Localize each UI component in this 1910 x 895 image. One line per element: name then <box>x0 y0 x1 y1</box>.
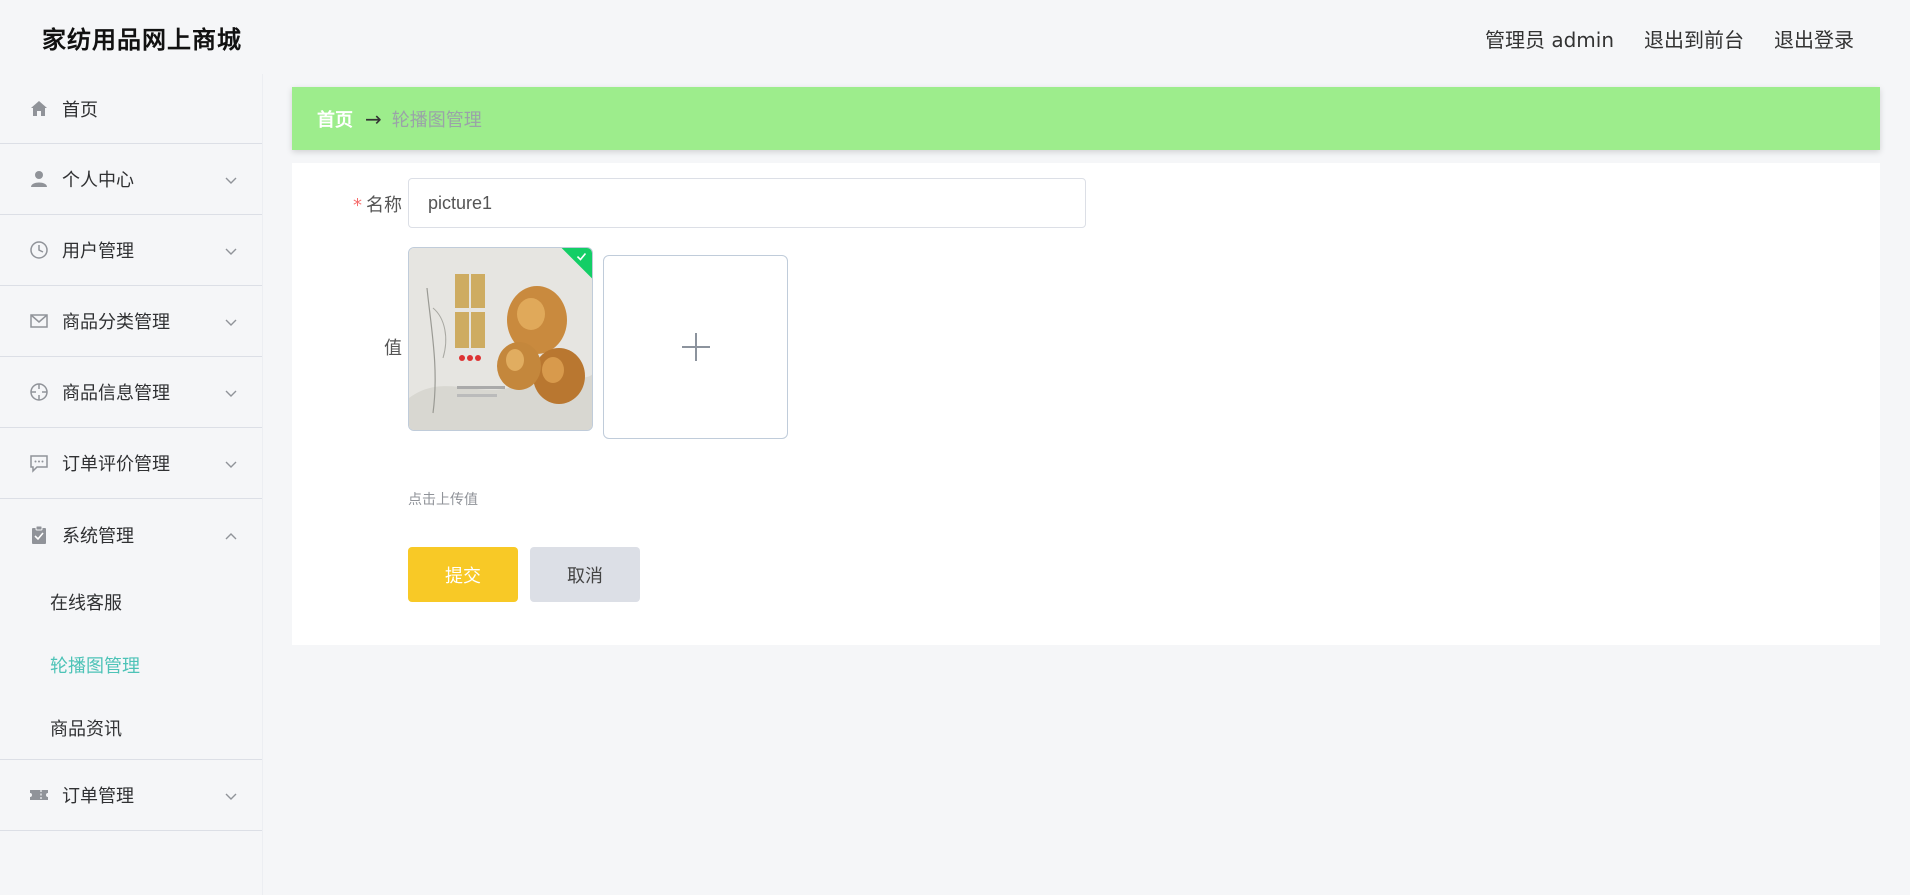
carousel-edit-form: *名称 值 点击上 <box>292 163 1880 645</box>
app-title: 家纺用品网上商城 <box>42 26 242 54</box>
chevron-down-icon <box>224 788 238 802</box>
chevron-up-icon <box>224 528 238 542</box>
breadcrumb-current: 轮播图管理 <box>391 109 482 131</box>
chevron-down-icon <box>224 456 238 470</box>
clipboard-icon <box>28 524 50 546</box>
header-actions: 管理员 admin 退出到前台 退出登录 <box>1485 24 1854 53</box>
name-field-label: * 名称 <box>353 195 402 216</box>
sidebar-item-label: 用户管理 <box>62 241 134 262</box>
sidebar-item-label: 首页 <box>62 99 98 121</box>
uploaded-image-thumbnail[interactable] <box>408 247 593 431</box>
sidebar-item-user-management[interactable]: 用户管理 <box>0 215 262 286</box>
chevron-down-icon <box>224 172 238 186</box>
sidebar-item-label: 商品分类管理 <box>62 312 170 333</box>
sidebar-item-order-management[interactable]: 订单管理 <box>0 760 262 831</box>
cancel-button[interactable]: 取消 <box>530 547 640 602</box>
logout-link[interactable]: 退出登录 <box>1774 24 1854 53</box>
chevron-down-icon <box>224 314 238 328</box>
arrow-right-icon: → <box>365 106 382 131</box>
admin-user-label[interactable]: 管理员 admin <box>1485 24 1614 53</box>
sidebar-item-review-management[interactable]: 订单评价管理 <box>0 428 262 499</box>
check-icon <box>576 253 587 261</box>
chevron-down-icon <box>224 243 238 257</box>
sidebar-item-label: 商品信息管理 <box>62 383 170 404</box>
chevron-down-icon <box>224 385 238 399</box>
plus-icon <box>681 333 710 361</box>
sidebar-item-category-management[interactable]: 商品分类管理 <box>0 286 262 357</box>
submit-button[interactable]: 提交 <box>408 547 518 602</box>
image-upload-button[interactable] <box>603 255 788 439</box>
sidebar-item-label: 个人中心 <box>62 170 134 191</box>
system-submenu: 在线客服 轮播图管理 商品资讯 <box>0 570 262 760</box>
sidebar-subitem-online-service[interactable]: 在线客服 <box>0 570 262 633</box>
ticket-icon <box>28 784 50 806</box>
sidebar-subitem-carousel-management[interactable]: 轮播图管理 <box>0 633 262 696</box>
upload-hint: 点击上传值 <box>408 492 478 508</box>
name-input[interactable] <box>408 178 1086 228</box>
clock-icon <box>28 239 50 261</box>
chat-icon <box>28 452 50 474</box>
breadcrumb: 首页 → 轮播图管理 <box>292 87 1880 150</box>
home-icon <box>28 98 50 120</box>
sidebar-item-system-management[interactable]: 系统管理 <box>0 499 262 570</box>
mail-icon <box>28 310 50 332</box>
sidebar-item-label: 系统管理 <box>62 525 134 547</box>
sidebar-item-label: 订单评价管理 <box>62 454 170 475</box>
required-marker: * <box>353 195 362 216</box>
exit-to-front-link[interactable]: 退出到前台 <box>1644 24 1744 53</box>
sidebar-item-label: 订单管理 <box>62 786 134 807</box>
sidebar: 首页 个人中心 用户管理 商品分类管理 商品信息管理 订单评价管理 系统管理 在… <box>0 74 263 895</box>
target-icon <box>28 381 50 403</box>
sidebar-item-home[interactable]: 首页 <box>0 74 262 144</box>
walnut-banner-image <box>409 248 592 430</box>
breadcrumb-home-link[interactable]: 首页 <box>317 106 353 132</box>
sidebar-subitem-product-news[interactable]: 商品资讯 <box>0 696 262 759</box>
sidebar-item-personal-center[interactable]: 个人中心 <box>0 144 262 215</box>
user-icon <box>28 168 50 190</box>
value-field-label: 值 <box>384 338 402 359</box>
sidebar-item-product-management[interactable]: 商品信息管理 <box>0 357 262 428</box>
top-bar: 家纺用品网上商城 管理员 admin 退出到前台 退出登录 <box>0 0 1910 74</box>
